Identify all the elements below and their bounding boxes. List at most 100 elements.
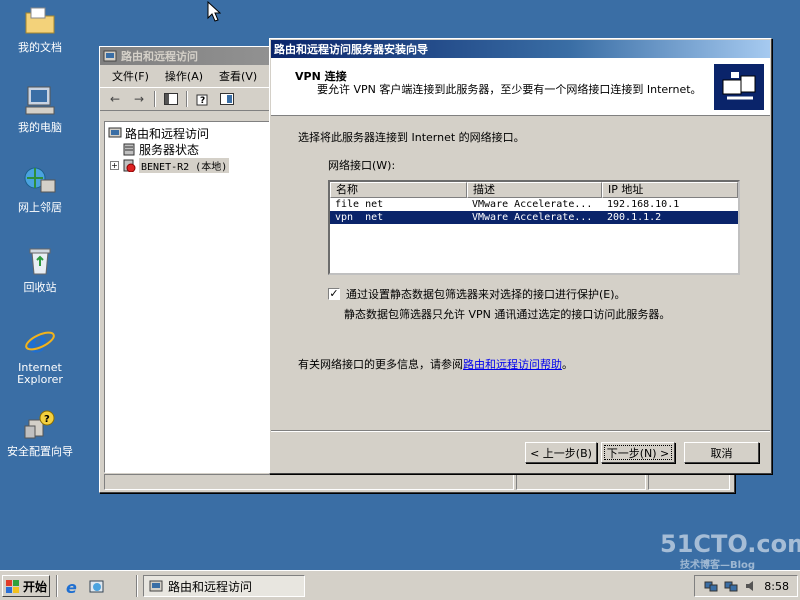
desktop-icon-label: 我的电脑 [18, 121, 62, 134]
static-filter-label: 通过设置静态数据包筛选器来对选择的接口进行保护(E)。 [346, 288, 626, 301]
rras-icon [149, 580, 163, 592]
vpn-connection-icon [714, 64, 764, 110]
tree-item-label: 服务器状态 [139, 142, 200, 157]
server-stopped-icon [122, 159, 136, 172]
more-info-prefix: 有关网络接口的更多信息，请参阅 [298, 358, 463, 371]
desktop-icon-recycle-bin[interactable]: 回收站 [0, 244, 80, 294]
tree-item-server-status[interactable]: 服务器状态 [108, 141, 266, 157]
header-title: VPN 连接 [295, 70, 347, 83]
cell-ip: 200.1.1.2 [607, 212, 662, 223]
svg-text:?: ? [44, 414, 50, 425]
taskbar: 开始 e 路由和远程访问 8:58 [0, 570, 800, 600]
taskbar-button-rras[interactable]: 路由和远程访问 [143, 575, 305, 597]
computer-icon [23, 84, 57, 118]
header-subtitle: 要允许 VPN 客户端连接到此服务器，至少要有一个网络接口连接到 Interne… [317, 83, 702, 96]
taskbar-separator [56, 575, 58, 597]
menu-view[interactable]: 查看(V) [213, 66, 263, 86]
network-tray-icon[interactable] [724, 580, 738, 592]
system-tray: 8:58 [694, 575, 798, 597]
back-button[interactable]: < 上一步(B) [525, 442, 597, 463]
desktop-icon-internet-explorer[interactable]: e Internet Explorer [0, 324, 80, 386]
static-filter-option[interactable]: ✓ 通过设置静态数据包筛选器来对选择的接口进行保护(E)。 [328, 286, 626, 302]
watermark-logo: 51CTO.com 技术博客—Blog [660, 530, 800, 571]
quicklaunch-explorer-icon[interactable] [88, 578, 106, 596]
cell-name: file net [335, 199, 384, 210]
list-row-selected[interactable]: vpn net VMware Accelerate... 200.1.1.2 [330, 211, 738, 224]
rras-icon [108, 127, 122, 140]
tree-item-server[interactable]: + BENET-R2 (本地) [108, 157, 266, 173]
desktop-icon-network[interactable]: 网上邻居 [0, 164, 80, 214]
wizard-header: VPN 连接 要允许 VPN 客户端连接到此服务器，至少要有一个网络接口连接到 … [271, 58, 770, 116]
taskbar-button-label: 路由和远程访问 [168, 579, 253, 594]
list-header: 名称 描述 IP 地址 [330, 182, 738, 198]
toolbar-separator [154, 91, 156, 107]
menu-action[interactable]: 操作(A) [159, 66, 209, 86]
column-header-description[interactable]: 描述 [467, 182, 602, 198]
static-filter-description: 静态数据包筛选器只允许 VPN 通讯通过选定的接口访问此服务器。 [344, 308, 671, 321]
back-arrow-icon[interactable]: ← [106, 91, 124, 107]
desktop-icon-label: 回收站 [23, 281, 57, 294]
help-icon[interactable]: ? [194, 91, 212, 107]
ie-icon: e [23, 324, 57, 360]
svg-text:e: e [28, 325, 47, 358]
desktop-icon-my-computer[interactable]: 我的电脑 [0, 84, 80, 134]
desktop-icon-label: 我的文档 [18, 41, 62, 54]
cell-ip: 192.168.10.1 [607, 199, 680, 210]
more-info-text: 有关网络接口的更多信息，请参阅路由和远程访问帮助。 [298, 356, 573, 372]
list-row[interactable]: file net VMware Accelerate... 192.168.10… [330, 198, 738, 211]
desktop-icon-label: 安全配置向导 [7, 445, 73, 458]
desktop-icon-security-wizard[interactable]: ? 安全配置向导 [0, 408, 80, 458]
security-wizard-icon: ? [23, 408, 57, 442]
toolbar-separator [186, 91, 188, 107]
cell-description: VMware Accelerate... [472, 212, 593, 223]
tree-item-root[interactable]: 路由和远程访问 [108, 125, 266, 141]
status-pane [648, 474, 730, 490]
tree-item-label: 路由和远程访问 [125, 126, 210, 141]
desktop-icon-my-documents[interactable]: 我的文档 [0, 4, 80, 54]
speaker-tray-icon[interactable] [744, 580, 758, 592]
desktop-icon-label: 网上邻居 [18, 201, 62, 214]
status-pane [516, 474, 646, 490]
menu-file[interactable]: 文件(F) [106, 66, 155, 86]
column-header-name[interactable]: 名称 [330, 182, 467, 198]
tree-item-label: BENET-R2 (本地) [139, 157, 230, 173]
rras-help-link[interactable]: 路由和远程访问帮助 [463, 358, 562, 371]
expand-plus-icon[interactable]: + [110, 160, 119, 170]
console-tree: 路由和远程访问 服务器状态 + BENET-R2 (本地) [104, 121, 270, 473]
mmc-statusbar [104, 474, 730, 490]
interface-list-label: 网络接口(W): [328, 159, 396, 172]
start-label: 开始 [23, 579, 48, 594]
watermark-sub: 技术博客—Blog [680, 560, 756, 571]
start-button[interactable]: 开始 [2, 575, 50, 597]
folder-icon [23, 4, 57, 38]
cell-name: vpn net [335, 212, 384, 223]
recycle-bin-icon [23, 244, 57, 278]
properties-icon[interactable] [218, 91, 236, 107]
button-separator [271, 430, 770, 432]
mmc-app-icon [103, 50, 117, 62]
watermark-main: 51CTO.com [660, 530, 800, 558]
wizard-title: 路由和远程访问服务器安装向导 [274, 43, 428, 56]
next-button[interactable]: 下一步(N) > [601, 442, 675, 463]
more-info-suffix: 。 [562, 358, 573, 371]
svg-text:?: ? [200, 96, 205, 106]
mmc-title: 路由和远程访问 [121, 50, 198, 63]
cancel-button[interactable]: 取消 [684, 442, 759, 463]
mouse-cursor-icon [207, 1, 221, 22]
show-hide-tree-icon[interactable] [162, 91, 180, 107]
network-icon [23, 164, 57, 198]
cell-description: VMware Accelerate... [472, 199, 593, 210]
status-pane [104, 474, 514, 490]
network-tray-icon[interactable] [704, 580, 718, 592]
interface-prompt: 选择将此服务器连接到 Internet 的网络接口。 [298, 131, 525, 144]
static-filter-checkbox[interactable]: ✓ [328, 288, 340, 300]
column-header-ip[interactable]: IP 地址 [602, 182, 738, 198]
windows-logo-icon [6, 579, 19, 593]
forward-arrow-icon[interactable]: → [130, 91, 148, 107]
setup-wizard-dialog[interactable]: 路由和远程访问服务器安装向导 VPN 连接 要允许 VPN 客户端连接到此服务器… [269, 38, 772, 474]
quicklaunch-ie-icon[interactable]: e [64, 578, 82, 597]
interface-list[interactable]: 名称 描述 IP 地址 file net VMware Accelerate..… [328, 180, 740, 275]
wizard-titlebar[interactable]: 路由和远程访问服务器安装向导 [271, 40, 770, 58]
svg-text:e: e [66, 578, 77, 596]
clock: 8:58 [764, 579, 789, 593]
